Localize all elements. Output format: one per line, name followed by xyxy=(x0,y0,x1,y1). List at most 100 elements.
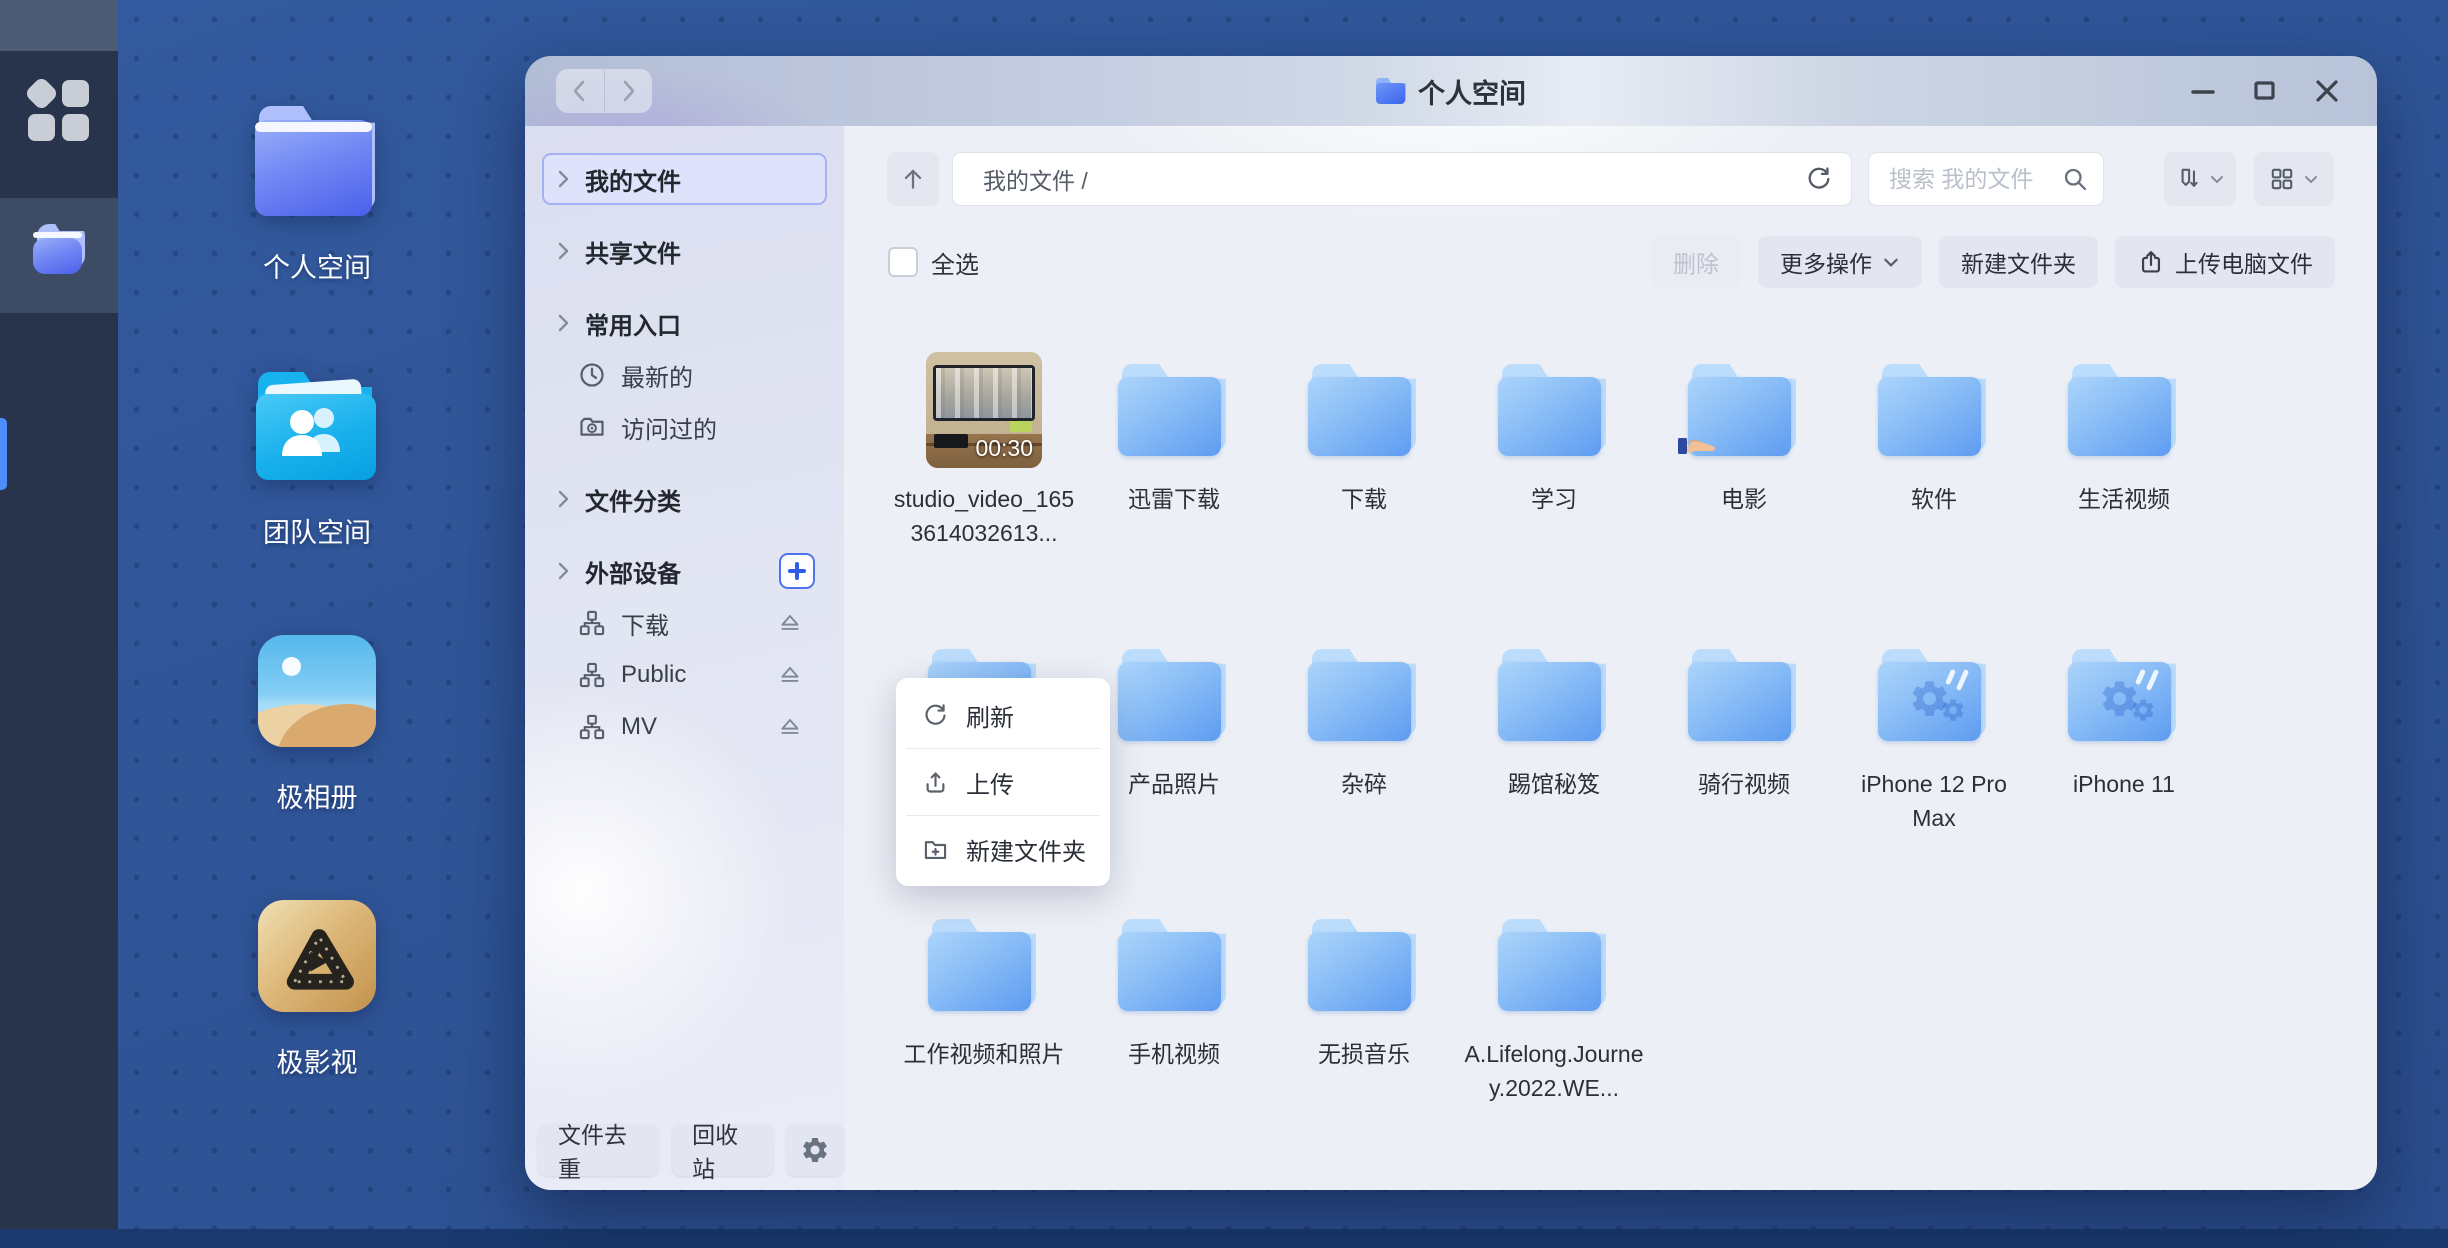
folder-icon xyxy=(1118,364,1230,456)
file-name: 手机视频 xyxy=(1128,1037,1220,1071)
file-name: 软件 xyxy=(1911,482,1957,516)
folder-icon xyxy=(1118,649,1230,741)
refresh-icon xyxy=(1805,165,1833,193)
eject-button[interactable] xyxy=(777,714,803,740)
forward-button[interactable] xyxy=(605,69,653,113)
context-menu-label: 新建文件夹 xyxy=(966,832,1086,867)
folder-item[interactable]: 踢馆秘笈 xyxy=(1459,636,1649,835)
sidebar-device-public[interactable]: Public xyxy=(542,649,827,701)
folder-item[interactable]: 工作视频和照片 xyxy=(889,906,1079,1105)
file-item-video[interactable]: 00:30 studio_video_1653614032613... xyxy=(889,351,1079,550)
sidebar-item-common-entries[interactable]: 常用入口 xyxy=(542,297,827,349)
files-folder-icon xyxy=(33,224,89,274)
recycle-bin-button[interactable]: 回收站 xyxy=(672,1124,773,1176)
sidebar-item-latest[interactable]: 最新的 xyxy=(542,349,827,401)
network-share-icon xyxy=(578,609,606,637)
desktop-icon-video-app[interactable]: 极影视 xyxy=(177,889,457,1080)
minimize-icon xyxy=(2190,78,2216,104)
folder-item[interactable]: 手机视频 xyxy=(1079,906,1269,1105)
folder-item[interactable]: 下载 xyxy=(1269,351,1459,550)
dock xyxy=(0,0,118,1248)
eject-button[interactable] xyxy=(777,610,803,636)
video-thumbnail: 00:30 xyxy=(926,352,1042,468)
sidebar-device-mv[interactable]: MV xyxy=(542,701,827,753)
desktop-icon-team-space[interactable]: 团队空间 xyxy=(177,359,457,550)
video-duration: 00:30 xyxy=(975,435,1033,462)
file-name: iPhone 11 xyxy=(2073,767,2175,801)
titlebar[interactable]: 个人空间 xyxy=(525,56,2377,126)
upload-pc-files-button[interactable]: 上传电脑文件 xyxy=(2115,236,2335,288)
refresh-button[interactable] xyxy=(1805,165,1833,193)
folder-item[interactable]: 生活视频 xyxy=(2029,351,2219,550)
add-device-button[interactable] xyxy=(779,553,815,589)
folder-item[interactable]: A.Lifelong.Journey.2022.WE... xyxy=(1459,906,1649,1105)
sidebar-item-shared-files[interactable]: 共享文件 xyxy=(542,225,827,277)
clock-icon xyxy=(578,361,606,389)
folder-plus-icon xyxy=(922,836,949,863)
folder-item[interactable]: 杂碎 xyxy=(1269,636,1459,835)
settings-button[interactable] xyxy=(786,1124,844,1176)
back-button[interactable] xyxy=(556,69,605,113)
sidebar-item-label: 文件分类 xyxy=(585,482,681,517)
sidebar-item-label: 我的文件 xyxy=(585,162,681,197)
sidebar-device-download[interactable]: 下载 xyxy=(542,597,827,649)
desktop-icon-photo-album[interactable]: 极相册 xyxy=(177,624,457,815)
backup-gears-icon xyxy=(1878,649,1990,741)
view-mode-button[interactable] xyxy=(2254,152,2334,206)
people-icon xyxy=(278,406,356,458)
close-button[interactable] xyxy=(2313,77,2341,105)
taskbar-strip xyxy=(0,1229,2448,1248)
team-folder-icon xyxy=(256,372,378,480)
network-share-icon xyxy=(578,661,606,689)
eject-icon xyxy=(777,662,803,688)
context-menu-item-refresh[interactable]: 刷新 xyxy=(896,682,1110,748)
folder-item[interactable]: iPhone 12 Pro Max xyxy=(1839,636,2029,835)
folder-icon xyxy=(1376,78,1406,104)
magnifier-icon[interactable] xyxy=(2061,165,2089,193)
sort-button[interactable] xyxy=(2164,152,2236,206)
folder-item[interactable]: iPhone 11 xyxy=(2029,636,2219,835)
up-directory-button[interactable] xyxy=(887,152,939,206)
selection-toolbar: 全选 删除 更多操作 新建文件夹 xyxy=(844,235,2335,289)
sidebar-item-visited[interactable]: 访问过的 xyxy=(542,401,827,453)
sidebar-item-file-categories[interactable]: 文件分类 xyxy=(542,473,827,525)
photo-album-icon xyxy=(258,635,376,747)
dedup-button[interactable]: 文件去重 xyxy=(538,1124,659,1176)
delete-button[interactable]: 删除 xyxy=(1651,236,1741,288)
file-row: 00:30 studio_video_1653614032613... 迅雷下载… xyxy=(889,351,2377,550)
sidebar-item-my-files[interactable]: 我的文件 xyxy=(542,153,827,205)
new-folder-button[interactable]: 新建文件夹 xyxy=(1939,236,2098,288)
file-name: 迅雷下载 xyxy=(1128,482,1220,516)
folder-item[interactable]: 电影 xyxy=(1649,351,1839,550)
breadcrumb-bar[interactable]: 我的文件 / xyxy=(952,152,1852,206)
maximize-button[interactable] xyxy=(2251,77,2279,105)
folder-item[interactable]: 学习 xyxy=(1459,351,1649,550)
folder-icon xyxy=(1498,364,1610,456)
action-buttons: 删除 更多操作 新建文件夹 上传电脑文件 xyxy=(1651,236,2335,288)
app-grid-icon[interactable] xyxy=(28,80,90,142)
file-name: 踢馆秘笈 xyxy=(1508,767,1600,801)
context-menu-item-upload[interactable]: 上传 xyxy=(896,749,1110,815)
window-title: 个人空间 xyxy=(1418,72,1526,111)
sidebar-item-external-devices[interactable]: 外部设备 xyxy=(542,545,827,597)
folder-icon xyxy=(1118,919,1230,1011)
context-menu-label: 刷新 xyxy=(966,698,1014,733)
file-name: 骑行视频 xyxy=(1698,767,1790,801)
folder-icon xyxy=(1878,649,1990,741)
folder-item[interactable]: 骑行视频 xyxy=(1649,636,1839,835)
folder-item[interactable]: 无损音乐 xyxy=(1269,906,1459,1105)
grid-view-icon xyxy=(2269,166,2295,192)
more-actions-button[interactable]: 更多操作 xyxy=(1758,236,1922,288)
search-input[interactable] xyxy=(1889,166,2061,193)
dock-item-files[interactable] xyxy=(0,198,118,313)
backup-gears-icon xyxy=(2068,649,2180,741)
desktop-icon-personal-space[interactable]: 个人空间 xyxy=(177,94,457,285)
file-name: iPhone 12 Pro Max xyxy=(1842,767,2026,835)
minimize-button[interactable] xyxy=(2189,77,2217,105)
eject-button[interactable] xyxy=(777,662,803,688)
select-all-checkbox[interactable] xyxy=(888,247,918,277)
context-menu-item-new-folder[interactable]: 新建文件夹 xyxy=(896,816,1110,882)
folder-item[interactable]: 软件 xyxy=(1839,351,2029,550)
personal-folder-icon xyxy=(255,106,379,216)
folder-item[interactable]: 迅雷下载 xyxy=(1079,351,1269,550)
